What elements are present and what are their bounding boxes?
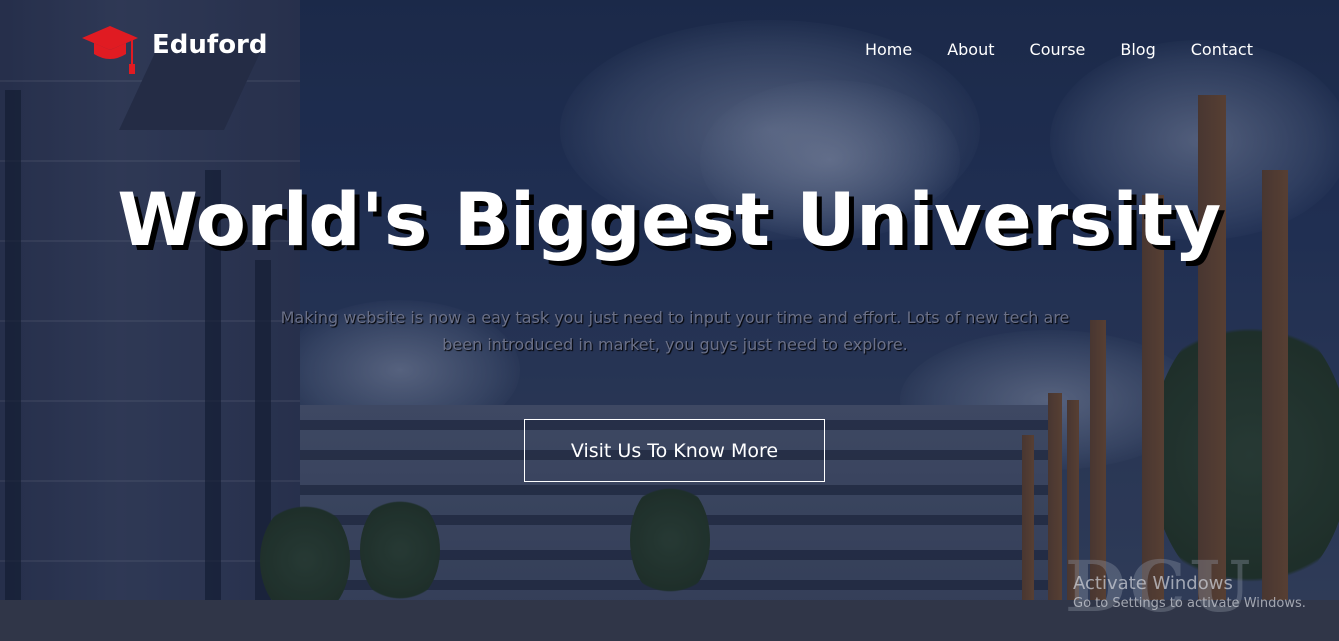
navbar: Eduford Home About Course Blog Contact xyxy=(0,0,1339,90)
nav-link-home[interactable]: Home xyxy=(865,40,912,59)
nav-links: Home About Course Blog Contact xyxy=(830,40,1253,59)
nav-link-blog[interactable]: Blog xyxy=(1120,40,1155,59)
watermark-title: Activate Windows xyxy=(1073,573,1233,594)
brand-logo[interactable]: Eduford xyxy=(80,22,268,76)
watermark-subtitle: Go to Settings to activate Windows. xyxy=(1073,596,1306,611)
graduation-cap-icon xyxy=(80,22,140,76)
nav-link-about[interactable]: About xyxy=(947,40,994,59)
hero-section: DCU Eduford Home About Course Blog Conta… xyxy=(0,0,1339,641)
hero-subtitle: Making website is now a eay task you jus… xyxy=(280,308,1070,354)
brand-name: Eduford xyxy=(152,30,268,60)
nav-link-contact[interactable]: Contact xyxy=(1191,40,1253,59)
visit-us-button[interactable]: Visit Us To Know More xyxy=(524,419,825,482)
hero-title: World's Biggest University xyxy=(117,178,1222,263)
windows-activation-watermark: Activate Windows Go to Settings to activ… xyxy=(1073,573,1306,611)
nav-link-course[interactable]: Course xyxy=(1030,40,1086,59)
